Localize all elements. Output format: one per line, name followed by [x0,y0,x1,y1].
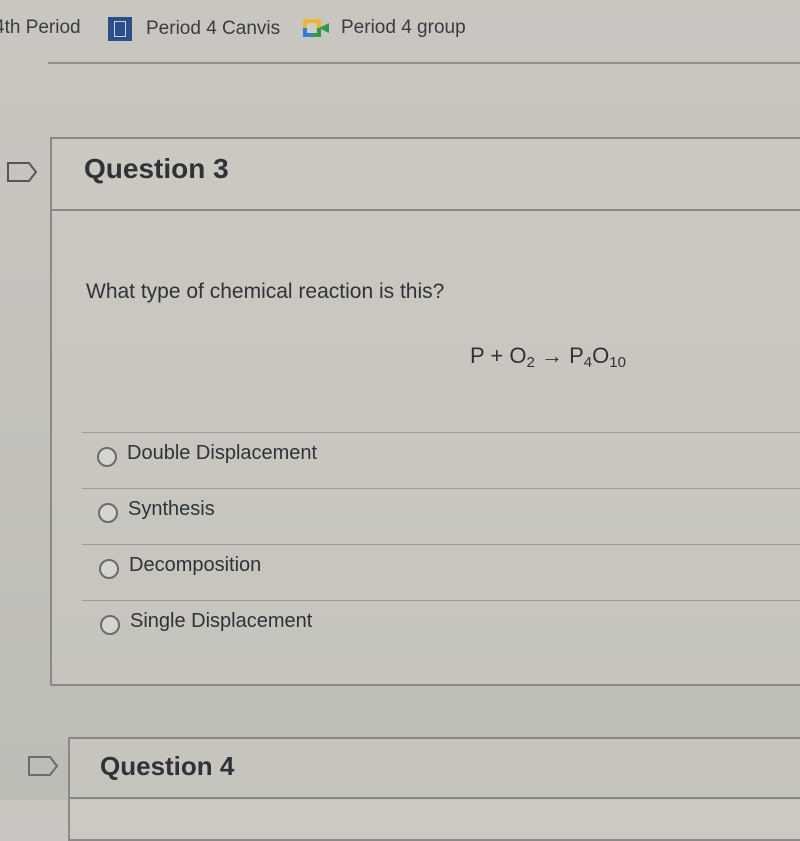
answer-option[interactable]: Synthesis [82,488,800,544]
bookmark-4th-period[interactable]: 4th Period [0,17,81,39]
question-prompt: What type of chemical reaction is this? [86,280,445,303]
radio-button[interactable] [97,447,117,467]
answer-label[interactable]: Decomposition [129,554,261,577]
chemical-equation: P + O2 → P4O10 [470,343,626,371]
radio-button[interactable] [100,615,120,635]
radio-button[interactable] [99,559,119,579]
bookmarks-bar: 4th Period Period 4 Canvis Period 4 grou… [0,0,800,60]
question-title: Question 4 [100,751,235,781]
radio-button[interactable] [98,503,118,523]
bookmark-label: Period 4 Canvis [146,18,281,39]
canvas-icon [108,17,132,41]
answer-option[interactable]: Double Displacement [82,432,800,488]
divider [48,62,800,64]
question-card: Question 4 [68,737,800,841]
google-meet-icon [303,19,329,37]
bookmark-label: Period 4 group [341,17,466,38]
answer-option[interactable]: Single Displacement [82,600,800,656]
answer-list: Double Displacement Synthesis Decomposit… [82,432,800,656]
flag-question-icon[interactable] [28,756,58,776]
answer-label[interactable]: Single Displacement [130,610,312,633]
answer-label[interactable]: Double Displacement [127,442,317,465]
answer-option[interactable]: Decomposition [82,544,800,600]
question-title: Question 3 [84,153,229,184]
flag-question-icon[interactable] [7,162,37,182]
bookmark-period-4-group[interactable]: Period 4 group [303,17,466,39]
question-header: Question 3 [52,139,800,211]
bookmark-label: 4th Period [0,17,81,38]
answer-label[interactable]: Synthesis [128,498,215,521]
bookmark-period-4-canvis[interactable]: Period 4 Canvis [108,17,280,41]
question-header: Question 4 [70,739,800,799]
question-card: Question 3 What type of chemical reactio… [50,137,800,686]
